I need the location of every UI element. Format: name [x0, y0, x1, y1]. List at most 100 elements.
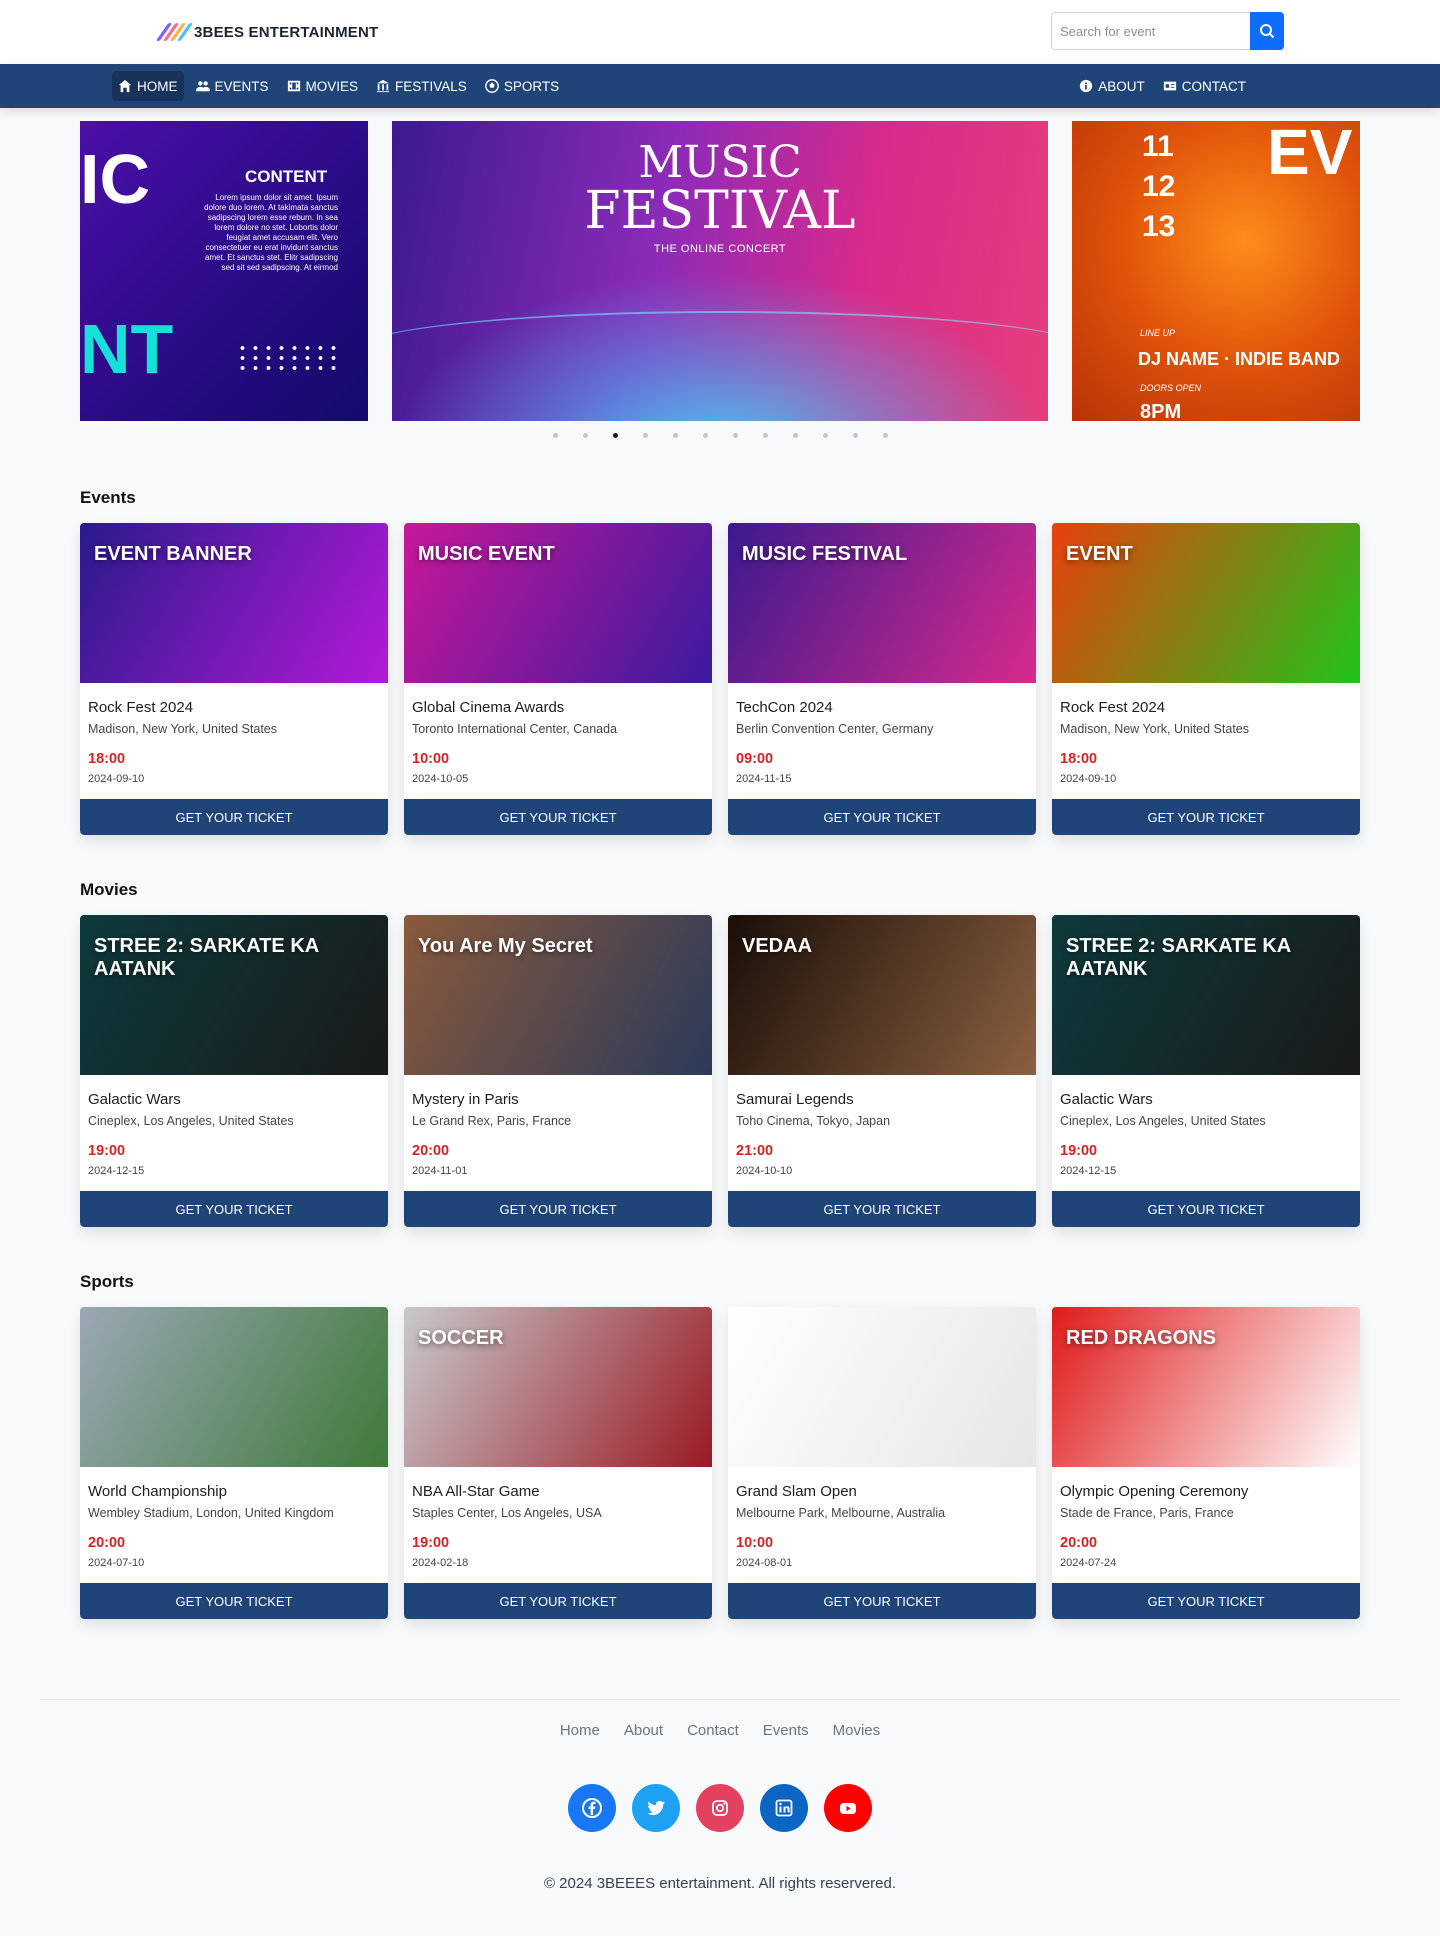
carousel-dot[interactable]	[583, 433, 588, 438]
footer-links: Home About Contact Events Movies	[0, 1722, 1440, 1739]
card-image[interactable]: VEDAA	[728, 915, 1036, 1075]
event-card[interactable]: SOCCER NBA All-Star Game Staples Center, L…	[404, 1307, 712, 1619]
card-image[interactable]: MUSIC EVENT	[404, 523, 712, 683]
instagram-button[interactable]	[696, 1784, 744, 1832]
get-ticket-button[interactable]: GET YOUR TICKET	[728, 1583, 1036, 1619]
card-image-text: SOCCER	[418, 1327, 504, 1349]
get-ticket-button[interactable]: GET YOUR TICKET	[80, 799, 388, 835]
get-ticket-button[interactable]: GET YOUR TICKET	[80, 1191, 388, 1227]
instagram-icon	[712, 1800, 728, 1816]
card-image-text: STREE 2: SARKATE KA AATANK	[1066, 935, 1291, 980]
get-ticket-button[interactable]: GET YOUR TICKET	[404, 1191, 712, 1227]
footer-divider	[40, 1699, 1400, 1700]
nav-about[interactable]: ABOUT	[1073, 71, 1151, 101]
card-location: Staples Center, Los Angeles, USA	[412, 1506, 602, 1520]
card-image[interactable]: STREE 2: SARKATE KA AATANK	[1052, 915, 1360, 1075]
brand-logo[interactable]: 3BEES ENTERTAINMENT	[155, 22, 378, 42]
event-card[interactable]: MUSIC EVENT Global Cinema Awards Toronto I…	[404, 523, 712, 835]
get-ticket-button[interactable]: GET YOUR TICKET	[1052, 1583, 1360, 1619]
event-card[interactable]: You Are My Secret Mystery in Paris Le Gran…	[404, 915, 712, 1227]
nav-events[interactable]: EVENTS	[190, 71, 275, 101]
card-image[interactable]: RED DRAGONS	[1052, 1307, 1360, 1467]
event-card[interactable]: VEDAA Samurai Legends Toho Cinema, Tokyo, …	[728, 915, 1036, 1227]
carousel-dot[interactable]	[553, 433, 558, 438]
event-card[interactable]: STREE 2: SARKATE KA AATANK Galactic Wars C…	[1052, 915, 1360, 1227]
carousel-dot[interactable]	[613, 433, 618, 438]
slide-date: 11	[1142, 130, 1174, 163]
footer-link-movies[interactable]: Movies	[833, 1722, 881, 1739]
nav-sports[interactable]: SPORTS	[479, 71, 565, 101]
slide-big-text-2: NT	[80, 310, 174, 388]
card-image[interactable]: STREE 2: SARKATE KA AATANK	[80, 915, 388, 1075]
get-ticket-button[interactable]: GET YOUR TICKET	[728, 799, 1036, 835]
card-image[interactable]: EVENT	[1052, 523, 1360, 683]
nav-movies[interactable]: MOVIES	[281, 71, 365, 101]
get-ticket-button[interactable]: GET YOUR TICKET	[1052, 1191, 1360, 1227]
youtube-button[interactable]	[824, 1784, 872, 1832]
card-image-text: VEDAA	[742, 935, 813, 957]
card-title: World Championship	[88, 1483, 227, 1500]
carousel-dot[interactable]	[733, 433, 738, 438]
card-time: 20:00	[88, 1535, 126, 1551]
copyright-text: © 2024 3BEEES entertainment. All rights …	[543, 1875, 897, 1892]
twitter-button[interactable]	[632, 1784, 680, 1832]
nav-sports-label: SPORTS	[503, 78, 560, 94]
event-card[interactable]: MUSIC FESTIVAL TechCon 2024 Berlin Convent…	[728, 523, 1036, 835]
carousel-dot[interactable]	[643, 433, 648, 438]
footer-link-about[interactable]: About	[624, 1722, 663, 1739]
search-button[interactable]	[1250, 12, 1284, 50]
youtube-icon	[840, 1803, 856, 1814]
nav-contact[interactable]: CONTACT	[1157, 71, 1252, 101]
card-image[interactable]: EVENT BANNER	[80, 523, 388, 683]
ball-icon	[484, 79, 499, 93]
social-links	[0, 1784, 1440, 1832]
card-date: 2024-10-05	[412, 773, 469, 785]
carousel-slide-next[interactable]: 11 12 13 EV LINE UP DJ NAME · INDIE BAND…	[1072, 121, 1360, 421]
card-location: Madison, New York, United States	[88, 722, 277, 736]
carousel-dot[interactable]	[763, 433, 768, 438]
get-ticket-button[interactable]: GET YOUR TICKET	[1052, 799, 1360, 835]
get-ticket-button[interactable]: GET YOUR TICKET	[80, 1583, 388, 1619]
footer-link-home[interactable]: Home	[560, 1722, 600, 1739]
card-title: NBA All-Star Game	[412, 1483, 540, 1500]
get-ticket-button[interactable]: GET YOUR TICKET	[728, 1191, 1036, 1227]
get-ticket-button[interactable]: GET YOUR TICKET	[404, 1583, 712, 1619]
slide-title-line-2: FESTIVAL	[584, 181, 856, 241]
event-card[interactable]: RED DRAGONS Olympic Opening Ceremony Stade…	[1052, 1307, 1360, 1619]
footer-link-events[interactable]: Events	[763, 1722, 809, 1739]
card-date: 2024-02-18	[412, 1557, 469, 1569]
slide-doors-label: DOORS OPEN	[1140, 383, 1202, 393]
carousel-slide-prev[interactable]: IC NT CONTENT Lorem ipsum dolor sit amet…	[80, 121, 368, 421]
carousel-dot[interactable]	[853, 433, 858, 438]
card-image-text: MUSIC EVENT	[418, 543, 555, 565]
nav-home[interactable]: HOME	[112, 71, 184, 101]
card-image[interactable]: MUSIC FESTIVAL	[728, 523, 1036, 683]
linkedin-button[interactable]	[760, 1784, 808, 1832]
carousel-dot[interactable]	[673, 433, 678, 438]
carousel-dot[interactable]	[823, 433, 828, 438]
event-card[interactable]: World Championship Wembley Stadium, Londo…	[80, 1307, 388, 1619]
nav-secondary: ABOUT CONTACT	[1073, 71, 1252, 101]
nav-home-label: HOME	[137, 78, 178, 94]
event-card[interactable]: EVENT Rock Fest 2024 Madison, New York, Un…	[1052, 523, 1360, 835]
event-card[interactable]: STREE 2: SARKATE KA AATANK Galactic Wars C…	[80, 915, 388, 1227]
event-card[interactable]: EVENT BANNER Rock Fest 2024 Madison, New Y…	[80, 523, 388, 835]
card-time: 21:00	[736, 1143, 774, 1159]
hero-carousel[interactable]: IC NT CONTENT Lorem ipsum dolor sit amet…	[80, 121, 1360, 421]
card-image[interactable]	[728, 1307, 1036, 1467]
card-image[interactable]: You Are My Secret	[404, 915, 712, 1075]
footer-link-contact[interactable]: Contact	[687, 1722, 739, 1739]
get-ticket-button[interactable]: GET YOUR TICKET	[404, 799, 712, 835]
carousel-dot[interactable]	[883, 433, 888, 438]
card-location: Cineplex, Los Angeles, United States	[88, 1114, 294, 1128]
card-image[interactable]: SOCCER	[404, 1307, 712, 1467]
nav-festivals[interactable]: FESTIVALS	[370, 71, 473, 101]
carousel-dot[interactable]	[793, 433, 798, 438]
carousel-dot[interactable]	[703, 433, 708, 438]
event-card[interactable]: Grand Slam Open Melbourne Park, Melbourne…	[728, 1307, 1036, 1619]
card-image[interactable]	[80, 1307, 388, 1467]
facebook-button[interactable]	[568, 1784, 616, 1832]
card-date: 2024-09-10	[1060, 773, 1117, 785]
carousel-slide-active[interactable]: MUSIC FESTIVAL THE ONLINE CONCERT	[392, 121, 1048, 421]
search-input[interactable]	[1051, 12, 1250, 50]
